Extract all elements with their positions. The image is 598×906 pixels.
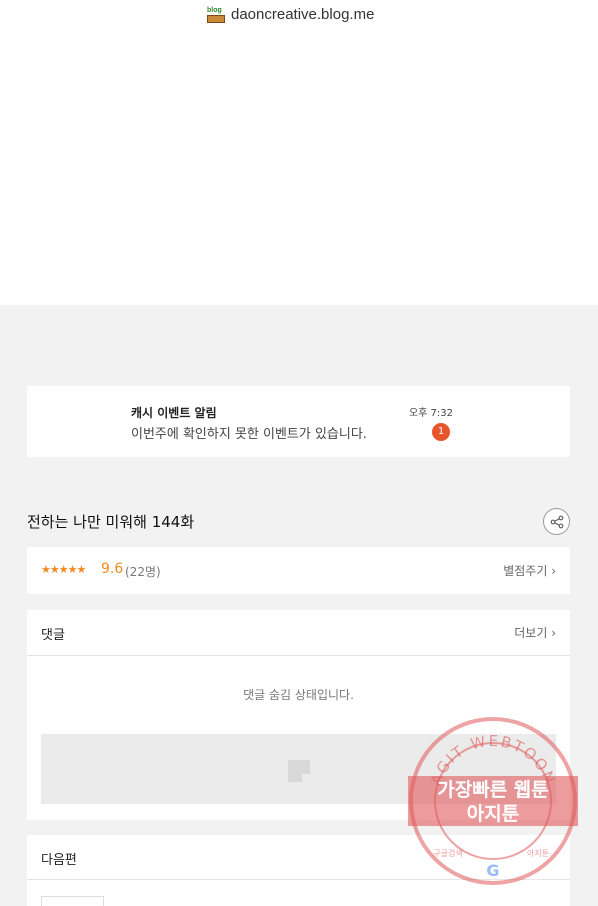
next-episode-card: 다음편: [27, 835, 570, 906]
notification-card[interactable]: 캐시 이벤트 알림 이번주에 확인하지 못한 이벤트가 있습니다. 오후 7:3…: [27, 386, 570, 457]
notification-time: 오후 7:32: [408, 408, 453, 419]
rating-score: 9.6: [101, 561, 124, 577]
comments-hidden-message: 댓글 숨김 상태입니다.: [243, 688, 354, 702]
blog-icon: blog: [207, 7, 225, 23]
rate-button[interactable]: 별점주기 ›: [503, 562, 556, 579]
blog-link[interactable]: blog daoncreative.blog.me: [207, 6, 374, 23]
comments-label: 댓글: [41, 628, 65, 643]
next-episode-label: 다음편: [41, 853, 77, 868]
notification-message: 이번주에 확인하지 못한 이벤트가 있습니다.: [131, 427, 367, 442]
notification-badge: 1: [432, 423, 450, 441]
comments-more-button[interactable]: 더보기 ›: [514, 624, 556, 641]
image-placeholder-icon: [288, 760, 310, 782]
rating-card: ★★★★★ 9.6 (22명) 별점주기 ›: [27, 547, 570, 594]
share-icon: [550, 515, 563, 528]
comments-header: 댓글 더보기 ›: [27, 610, 570, 656]
content-top-area: blog daoncreative.blog.me: [0, 0, 598, 305]
rating-count: (22명): [125, 565, 161, 579]
share-button[interactable]: [543, 508, 570, 535]
next-episode-header: 다음편: [27, 835, 570, 880]
blog-url[interactable]: daoncreative.blog.me: [231, 6, 374, 23]
episode-title: 전하는 나만 미워해 144화: [27, 513, 195, 531]
ad-placeholder[interactable]: [41, 734, 556, 804]
notification-title: 캐시 이벤트 알림: [131, 406, 217, 420]
rating-stars: ★★★★★: [41, 563, 86, 576]
next-episode-thumbnail[interactable]: [41, 896, 104, 906]
comments-card: 댓글 더보기 › 댓글 숨김 상태입니다.: [27, 610, 570, 820]
